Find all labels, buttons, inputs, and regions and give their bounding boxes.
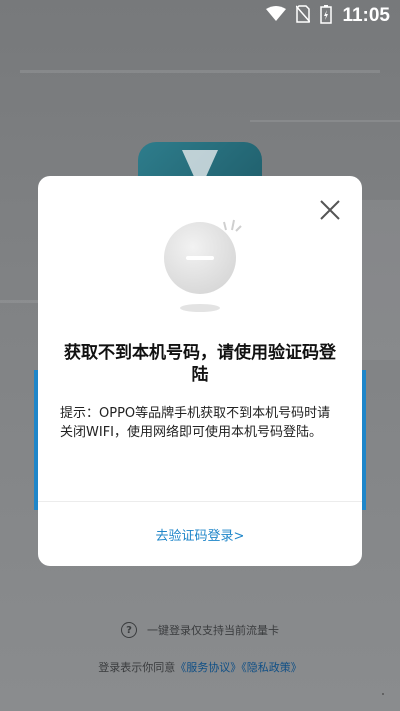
dialog-tip: 提示：OPPO等品牌手机获取不到本机号码时请关闭WIFI，使用网络即可使用本机号… xyxy=(60,406,331,440)
agreement-prefix: 登录表示你同意 xyxy=(98,661,176,674)
close-icon[interactable] xyxy=(318,198,342,222)
illustration-circle xyxy=(164,222,236,294)
agreement-line: 登录表示你同意《服务协议》《隐私政策》 xyxy=(0,659,400,675)
wifi-icon xyxy=(266,6,287,26)
help-icon[interactable]: ? xyxy=(121,622,137,638)
no-sim-icon xyxy=(295,5,312,27)
no-number-icon xyxy=(164,216,244,316)
illustration-minus xyxy=(186,256,214,260)
illustration-shadow xyxy=(180,304,220,312)
no-number-dialog: 获取不到本机号码，请使用验证码登陆 提示：OPPO等品牌手机获取不到本机号码时请… xyxy=(38,176,362,566)
status-bar: 11:05 xyxy=(0,0,400,32)
phone-login-button-edge-right xyxy=(362,370,366,510)
status-time: 11:05 xyxy=(342,5,390,26)
go-verification-login-button[interactable]: 去验证码登录> xyxy=(38,525,362,544)
privacy-policy-link[interactable]: 《隐私政策》 xyxy=(241,661,302,674)
service-agreement-link[interactable]: 《服务协议》 xyxy=(175,661,241,674)
dialog-title: 获取不到本机号码，请使用验证码登陆 xyxy=(64,343,336,385)
divider xyxy=(38,501,362,502)
one-tap-note-text: 一键登录仅支持当前流量卡 xyxy=(147,624,279,637)
decorative-dot xyxy=(382,693,384,695)
battery-charging-icon xyxy=(320,4,333,28)
spark-icon xyxy=(222,216,242,232)
one-tap-note: ? 一键登录仅支持当前流量卡 xyxy=(0,622,400,638)
